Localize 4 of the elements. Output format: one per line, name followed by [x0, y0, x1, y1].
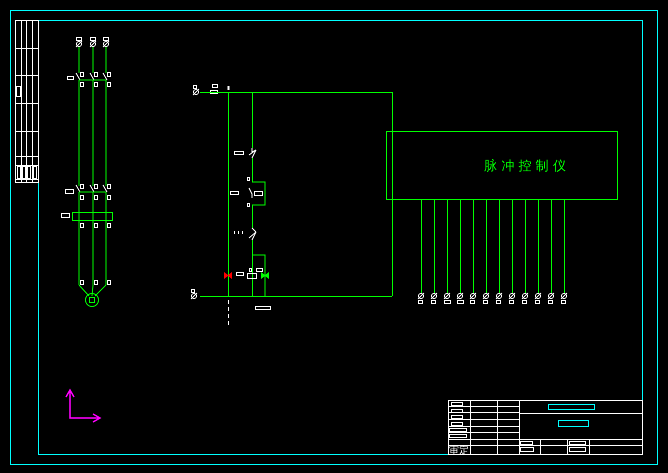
indicator-lamp	[224, 272, 232, 279]
indicator-lamp	[261, 272, 269, 279]
ucs-axis-icon	[65, 388, 102, 423]
controller-label: 脉 冲 控 制 仪	[484, 159, 566, 174]
